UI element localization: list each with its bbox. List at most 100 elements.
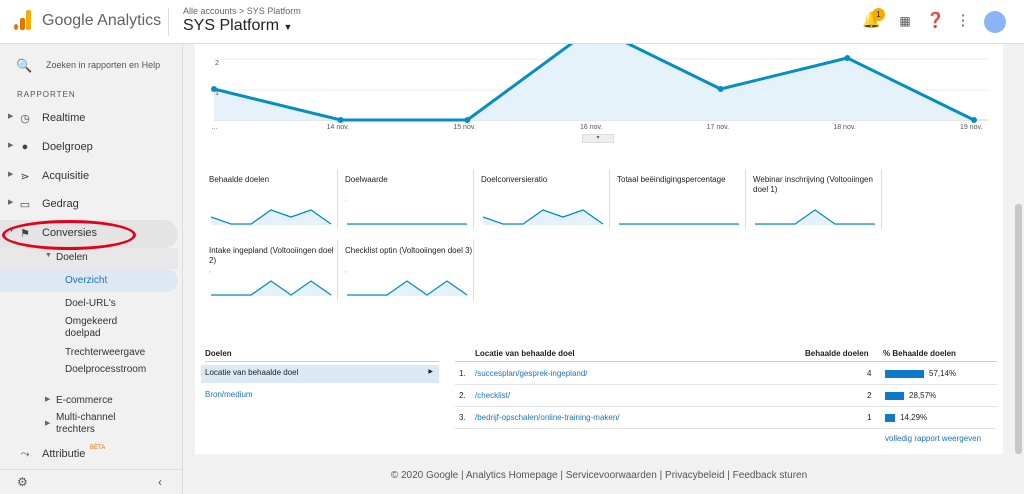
x-tick-label: 18 nov. [833,124,856,131]
sparkline [482,209,604,225]
avatar[interactable] [984,11,1006,33]
acquisition-icon: ⋗ [20,171,30,183]
y-tick-label: 2 [215,60,219,67]
account-selector[interactable]: SYS Platform ▼ [183,17,292,35]
x-tick-label: 17 nov. [706,124,730,131]
column-header-count[interactable]: Behaalde doelen [805,349,869,358]
sidebar-item-label: Doel-URL's [65,298,116,309]
x-tick-label: … [211,124,218,131]
dimension-label: Locatie van behaalde doel [205,368,299,377]
breadcrumb[interactable]: Alle accounts > SYS Platform [183,6,301,16]
column-header-location: Locatie van behaalde doel [475,349,575,358]
percent-bar [885,370,924,378]
goal-location-link[interactable]: /succesplan/gesprek-ingepland/ [475,369,588,378]
metric-title: Doelconversieratio [481,175,548,184]
metric-card[interactable]: Totaal beëindigingspercentage [613,169,746,229]
percent-bar [885,414,895,422]
top-bar: Google Analytics Alle accounts > SYS Pla… [0,0,1024,44]
chart-collapse-handle[interactable]: ▾ [582,134,614,143]
row-index: 1. [459,369,466,378]
data-point[interactable] [717,86,724,92]
goal-percent: 57,14% [929,369,957,378]
row-index: 3. [459,413,466,422]
x-tick-label: 14 nov. [326,124,350,131]
dimension-link-bron-medium[interactable]: Bron/medium [205,390,253,399]
metric-title: Intake ingepland (Voltooiingen doel 2) [209,246,334,265]
header-divider [168,8,169,36]
analytics-logo-icon[interactable] [14,10,32,30]
metric-card[interactable]: Doelconversieratio [477,169,610,229]
attribution-icon: ⤳ [20,448,30,460]
goal-location-link[interactable]: /checklist/ [475,391,510,400]
goals-dimension-header: Doelen [205,349,439,362]
scrollbar[interactable] [1013,44,1024,494]
metric-card[interactable]: Behaalde doelen [205,169,338,229]
table-row: 1. /succesplan/gesprek-ingepland/4 57,14% [455,365,997,385]
metric-card[interactable]: Intake ingepland (Voltooiingen doel 2), [205,240,338,300]
help-icon[interactable]: ❓ [926,12,945,30]
sparkline-fill [755,210,875,225]
goals-table-header: Locatie van behaalde doel Behaalde doele… [455,349,997,362]
sparkline [347,280,468,296]
data-point[interactable] [337,117,344,123]
sidebar-footer: ⚙ ‹ [0,469,183,494]
notification-badge: 1 [872,8,885,21]
apps-grid-icon[interactable]: ▦ [896,12,914,30]
sparkline-fill [347,281,467,296]
full-report-link[interactable]: volledig rapport weergeven [885,434,981,443]
metric-card[interactable]: Doelwaarde: [341,169,474,229]
expand-arrow-icon: ▶ [45,420,51,427]
metric-card[interactable]: Webinar inschrijving (Voltooiingen doel … [749,169,882,229]
x-tick-label: 16 nov. [580,124,603,131]
metric-value: : [345,197,347,203]
metric-title: Checklist optin (Voltooiingen doel 3) [345,246,473,255]
data-point[interactable] [464,117,471,123]
person-icon: ● [21,141,29,153]
sidebar: 🔍 Zoeken in rapporten en Help RAPPORTEN … [0,44,183,494]
goal-count: 2 [867,391,872,400]
goal-count: 4 [867,369,872,378]
sidebar-item-label: Omgekeerd doelpad [65,316,118,339]
gear-icon[interactable]: ⚙ [17,475,28,489]
metric-title: Doelwaarde [345,175,388,184]
goals-line-chart [211,44,988,123]
percent-bar [885,392,904,400]
section-label: RAPPORTEN [17,90,76,99]
sparkline [210,209,332,225]
account-name: SYS Platform [183,17,280,34]
sidebar-item-label: Attributie [42,448,86,460]
x-tick-label: 15 nov. [453,124,476,131]
sparkline [755,209,875,225]
table-row: 2. /checklist/2 28,57% [455,387,997,407]
area-fill [214,44,974,120]
main-content: 2 1 … 14 nov. 15 nov. 16 nov. 17 nov. 18 nov.… [195,44,1003,454]
page-footer: © 2020 Google | Analytics Homepage | Ser… [390,470,808,481]
data-point[interactable] [971,117,977,123]
scrollbar-thumb[interactable] [1015,204,1022,454]
collapse-arrow-icon: ▼ [45,252,52,259]
search-box[interactable]: 🔍 Zoeken in rapporten en Help [0,52,183,80]
more-vert-icon[interactable]: ⋮ [954,12,972,30]
brand-name: Google Analytics [42,12,162,29]
expand-arrow-icon: ▶ [8,113,14,120]
chevron-right-icon: ▶ [428,369,433,375]
column-header-percent: % Behaalde doelen [883,349,956,358]
sparkline [211,280,332,296]
sidebar-item-label: Trechterweergave [65,347,146,358]
doelen-highlight [0,248,178,269]
collapse-sidebar-icon[interactable]: ‹ [158,475,162,489]
sidebar-item-label: Doelen [56,252,88,263]
goal-location-link[interactable]: /bedrijf-opschalen/online-training-maken… [475,413,620,422]
data-point[interactable] [844,55,851,61]
row-index: 2. [459,391,466,400]
dimension-selected-item[interactable]: Locatie van behaalde doel ▶ [201,365,439,383]
sidebar-item-label: Overzicht [65,275,108,286]
y-tick-label: 1 [215,90,219,97]
search-input[interactable]: Zoeken in rapporten en Help [46,60,160,70]
x-tick-label: 19 nov. [960,124,983,131]
table-row: 3. /bedrijf-opschalen/online-training-mak… [455,409,997,429]
metric-card[interactable]: Checklist optin (Voltooiingen doel 3), [341,240,474,300]
sidebar-item-label: Realtime [42,112,86,124]
sidebar-item-label: Gedrag [42,198,79,210]
sidebar-item-label: Multi-channel trechters [56,412,116,435]
